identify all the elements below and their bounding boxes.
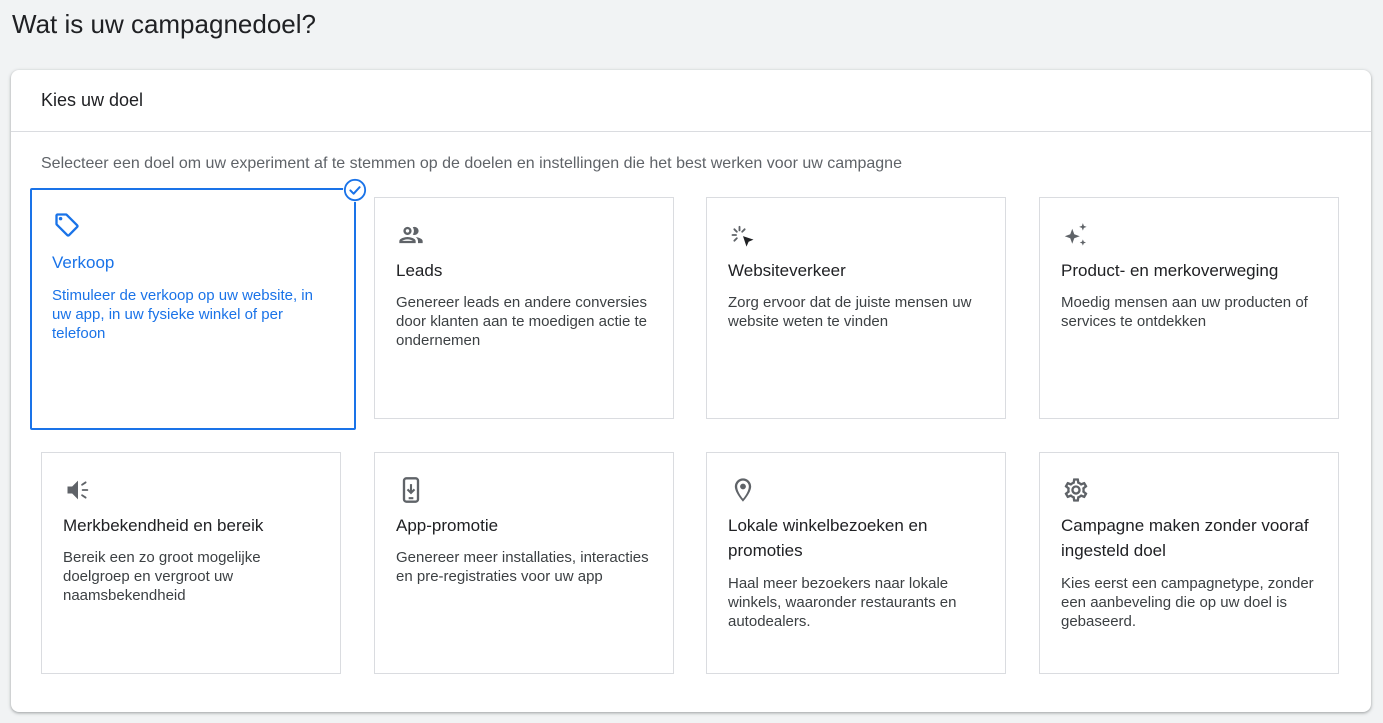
megaphone-icon [63,475,93,505]
goal-card-description: Zorg ervoor dat de juiste mensen uw webs… [728,294,972,330]
goal-card-title: Websiteverkeer [728,261,846,280]
panel-header-title: Kies uw doel [41,90,144,110]
goal-card-title: Verkoop [52,253,115,272]
goal-panel: Kies uw doel Selecteer een doel om uw ex… [11,70,1371,712]
goal-card-title: Merkbekendheid en bereik [63,516,264,535]
goal-card-lokale-winkelbezoeken[interactable]: Lokale winkelbezoeken en promoties Haal … [706,452,1006,674]
goal-card-leads[interactable]: Leads Genereer leads en andere conversie… [374,197,674,419]
goal-card-description: Haal meer bezoekers naar lokale winkels,… [728,575,957,630]
phone-download-icon [396,475,426,505]
goal-card-product-merkoverweging[interactable]: Product- en merkoverweging Moedig mensen… [1039,197,1339,419]
location-pin-icon [728,475,758,505]
goal-card-description: Genereer meer installaties, interacties … [396,549,649,585]
goal-card-description: Moedig mensen aan uw producten of servic… [1061,294,1308,330]
goal-card-merkbekendheid[interactable]: Merkbekendheid en bereik Bereik een zo g… [41,452,341,674]
panel-header: Kies uw doel [11,70,1371,132]
check-circle-icon [343,178,367,202]
goal-card-title: Lokale winkelbezoeken en promoties [728,516,928,560]
goal-card-description: Kies eerst een campagnetype, zonder een … [1061,575,1314,630]
goal-card-title: Campagne maken zonder vooraf ingesteld d… [1061,516,1309,560]
goal-card-title: Product- en merkoverweging [1061,261,1279,280]
goal-card-zonder-doel[interactable]: Campagne maken zonder vooraf ingesteld d… [1039,452,1339,674]
goal-card-title: Leads [396,261,443,280]
goal-card-description: Genereer leads en andere conversies door… [396,294,648,349]
goal-card-websiteverkeer[interactable]: Websiteverkeer Zorg ervoor dat de juiste… [706,197,1006,419]
page-title: Wat is uw campagnedoel? [12,9,316,39]
cursor-click-icon [728,220,758,250]
sparkle-icon [1061,220,1091,250]
goal-card-description: Bereik een zo groot mogelijke doelgroep … [63,549,261,604]
tag-icon [52,210,82,240]
goal-card-verkoop[interactable]: Verkoop Stimuleer de verkoop op uw websi… [30,178,367,430]
people-icon [396,220,426,250]
goal-card-app-promotie[interactable]: App-promotie Genereer meer installaties,… [374,452,674,674]
goal-card-title: App-promotie [396,516,499,535]
goal-card-description: Stimuleer de verkoop op uw website, in u… [52,287,313,342]
gear-icon [1061,475,1091,505]
instruction-text: Selecteer een doel om uw experiment af t… [41,155,902,172]
